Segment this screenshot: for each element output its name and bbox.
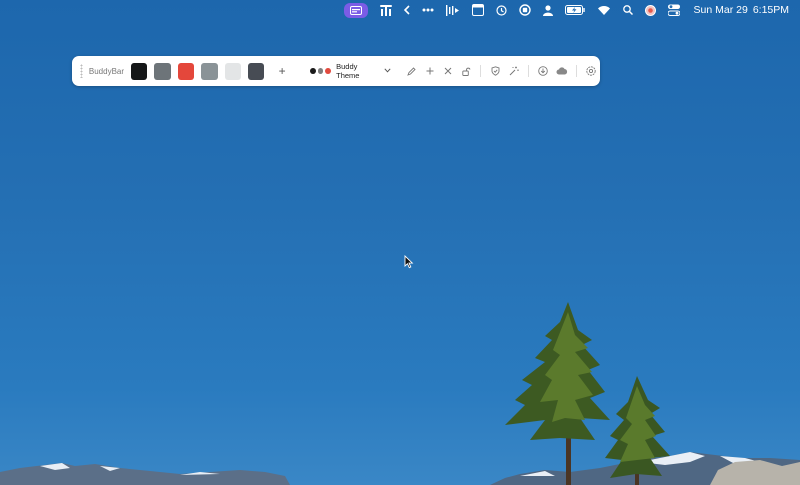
chevron-down-icon [383, 67, 391, 75]
control-center-icon[interactable] [667, 0, 680, 20]
pencil-icon[interactable] [402, 62, 420, 81]
battery-icon [564, 0, 585, 20]
download-icon[interactable] [534, 62, 552, 81]
dots-icon[interactable] [422, 0, 434, 20]
bar-graph-icon[interactable] [379, 0, 392, 20]
color-swatch-3[interactable] [177, 62, 195, 80]
close-icon[interactable] [439, 62, 457, 81]
theme-dot-2 [317, 68, 324, 74]
color-swatch-6[interactable] [247, 62, 265, 80]
color-swatch-1[interactable] [131, 62, 148, 80]
mountain-range-left [0, 463, 290, 485]
clock-time: 6:15PM [752, 4, 789, 16]
color-swatch-4[interactable] [201, 62, 218, 80]
toolbar-divider [480, 65, 482, 77]
drag-handle[interactable] [80, 64, 83, 78]
mouse-cursor-icon [404, 255, 414, 269]
add-color-button[interactable]: + [276, 64, 288, 78]
shield-icon[interactable] [486, 62, 504, 81]
buddybar-app-icon[interactable] [343, 2, 368, 18]
color-swatch-5[interactable] [224, 62, 241, 80]
avatar-icon[interactable] [644, 0, 656, 20]
history-icon[interactable] [495, 0, 507, 20]
toolbar-divider [575, 65, 577, 77]
cloud-icon[interactable] [552, 62, 570, 81]
pine-tree-tall [505, 302, 610, 485]
menu-bar: Sun Mar 29 6:15PM [0, 0, 800, 20]
user-icon[interactable] [542, 0, 553, 20]
spotlight-search-icon[interactable] [622, 0, 633, 20]
buddybar-toolbar: BuddyBar + Buddy Theme [72, 56, 600, 86]
chevron-left-icon[interactable] [403, 0, 410, 20]
magic-wand-icon[interactable] [505, 62, 523, 81]
menu-bar-clock[interactable]: Sun Mar 29 6:15PM [694, 4, 789, 16]
theme-dot-3 [325, 68, 332, 74]
audio-levels-icon[interactable] [445, 0, 460, 20]
clock-day: Sun Mar 29 [693, 4, 748, 16]
toolbar-divider [528, 65, 530, 77]
settings-icon[interactable] [582, 62, 600, 81]
theme-dot-1 [309, 68, 316, 74]
theme-label: Buddy Theme [336, 62, 360, 80]
lock-icon[interactable] [457, 62, 475, 81]
pine-tree-small [605, 376, 670, 485]
buddybar-title: BuddyBar [88, 66, 125, 76]
theme-selector[interactable]: Buddy Theme [309, 62, 391, 80]
rocks [710, 460, 800, 485]
calendar-icon[interactable] [471, 0, 484, 20]
wifi-icon[interactable] [597, 0, 611, 20]
plus-icon[interactable] [420, 62, 438, 81]
mountain-range-right [490, 452, 800, 485]
color-swatch-2[interactable] [154, 62, 171, 80]
record-icon[interactable] [518, 0, 531, 20]
